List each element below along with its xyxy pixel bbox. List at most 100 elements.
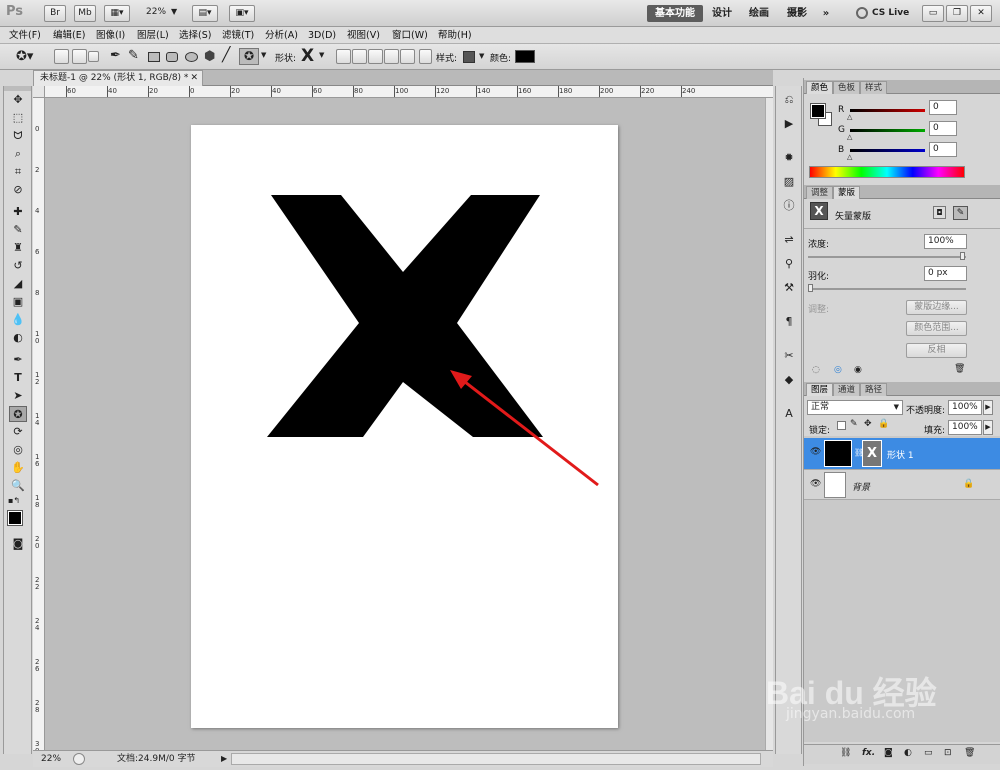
shape-picker[interactable]: X: [299, 47, 316, 66]
mask-icon[interactable]: ◙: [884, 748, 893, 758]
custom-shape-tool-preset-icon[interactable]: ✪▾: [16, 49, 33, 64]
quick-mask-icon[interactable]: ◙: [9, 536, 27, 552]
channel-g-slider[interactable]: [850, 129, 925, 132]
history-brush-tool-icon[interactable]: ↺: [9, 258, 27, 274]
type-tool-icon[interactable]: T: [9, 370, 27, 386]
horizontal-scrollbar[interactable]: [231, 753, 761, 765]
cs-live-label[interactable]: CS Live: [872, 8, 909, 18]
paragraph-panel-icon[interactable]: ¶: [781, 314, 797, 329]
adjustments-icon[interactable]: ⇌: [781, 232, 797, 247]
3d-panel-icon[interactable]: ✂: [781, 348, 797, 363]
custom-shape-tool-icon[interactable]: ✪: [9, 406, 27, 422]
opacity-input[interactable]: 100%: [948, 400, 982, 415]
character-panel-icon[interactable]: A: [781, 406, 797, 421]
menu-image[interactable]: 图像(I): [96, 27, 125, 44]
feather-input[interactable]: 0 px: [924, 266, 967, 281]
view-extras-button[interactable]: ▦▾: [104, 5, 130, 22]
menu-window[interactable]: 窗口(W): [392, 27, 428, 44]
channel-r-value[interactable]: 0: [929, 100, 957, 115]
pen-tool-icon[interactable]: ✒: [110, 48, 121, 63]
healing-brush-tool-icon[interactable]: ✚: [9, 204, 27, 220]
3d-rotate-tool-icon[interactable]: ⟳: [9, 424, 27, 440]
disable-mask-icon[interactable]: ◉: [854, 365, 862, 375]
tab-masks[interactable]: 蒙版: [833, 186, 861, 199]
hand-tool-icon[interactable]: ✋: [9, 460, 27, 476]
delete-mask-icon[interactable]: 🗑: [954, 364, 965, 374]
tab-styles[interactable]: 样式: [860, 81, 888, 94]
layer-name[interactable]: 背景: [852, 480, 870, 493]
eyedropper-tool-icon[interactable]: ⊘: [9, 182, 27, 198]
more-workspaces-icon[interactable]: »: [816, 5, 836, 22]
group-icon[interactable]: ▭: [924, 748, 933, 758]
density-input[interactable]: 100%: [924, 234, 967, 249]
crop-tool-icon[interactable]: ⌗: [9, 164, 27, 180]
line-shape-icon[interactable]: ╱: [222, 47, 230, 63]
channel-r-slider[interactable]: [850, 109, 925, 112]
lock-pixels-icon[interactable]: ✎: [850, 419, 858, 429]
channel-r-thumb-icon[interactable]: △: [847, 113, 852, 121]
move-tool-icon[interactable]: ✥: [9, 92, 27, 108]
custom-shape-icon[interactable]: ✪: [239, 48, 259, 65]
zoom-level[interactable]: 22%: [146, 7, 166, 17]
pixel-mask-button[interactable]: ◘: [933, 206, 946, 219]
density-slider-thumb[interactable]: [960, 252, 965, 260]
default-colors-icon[interactable]: ▪↰: [8, 496, 20, 505]
shape-options-dropdown-icon[interactable]: ▼: [261, 51, 266, 59]
menu-edit[interactable]: 编辑(E): [53, 27, 85, 44]
gradient-tool-icon[interactable]: ▣: [9, 294, 27, 310]
add-to-shape-button[interactable]: [352, 49, 367, 64]
tab-adjustments[interactable]: 调整: [806, 186, 834, 199]
vector-mask-button[interactable]: ✎: [953, 206, 968, 220]
rectangle-shape-icon[interactable]: [148, 52, 160, 62]
blur-tool-icon[interactable]: 💧: [9, 312, 27, 328]
tools-grip[interactable]: [4, 86, 31, 91]
color-spectrum-bar[interactable]: [809, 166, 965, 178]
channel-b-value[interactable]: 0: [929, 142, 957, 157]
rounded-rectangle-icon[interactable]: [166, 52, 178, 62]
paths-mode-button[interactable]: [72, 49, 87, 64]
tab-paths[interactable]: 路径: [860, 383, 888, 396]
mini-bridge-button[interactable]: Mb: [74, 5, 96, 22]
density-slider[interactable]: [808, 256, 966, 258]
tab-swatches[interactable]: 色板: [833, 81, 861, 94]
brush-tool-icon[interactable]: ✎: [9, 222, 27, 238]
restore-button[interactable]: ❐: [946, 5, 968, 22]
document-tab[interactable]: 未标题-1 @ 22% (形状 1, RGB/8) * ✕: [33, 70, 203, 86]
workspace-painting[interactable]: 绘画: [745, 5, 773, 22]
close-document-icon[interactable]: ✕: [190, 71, 198, 86]
lasso-tool-icon[interactable]: ᗢ: [9, 128, 27, 144]
channel-g-thumb-icon[interactable]: △: [847, 133, 852, 141]
status-zoom[interactable]: 22%: [41, 751, 61, 767]
tab-layers[interactable]: 图层: [806, 383, 834, 396]
brush-presets-icon[interactable]: ✹: [781, 150, 797, 165]
vertical-scrollbar[interactable]: [765, 98, 773, 750]
menu-help[interactable]: 帮助(H): [438, 27, 472, 44]
exclude-shape-button[interactable]: [400, 49, 415, 64]
invert-button[interactable]: 反相: [906, 343, 967, 358]
status-icon[interactable]: [73, 753, 85, 765]
subtract-shape-button[interactable]: [368, 49, 383, 64]
clone-stamp-tool-icon[interactable]: ♜: [9, 240, 27, 256]
dodge-tool-icon[interactable]: ◐: [9, 330, 27, 346]
opacity-arrow-icon[interactable]: ▶: [983, 400, 993, 415]
link-icon[interactable]: ⛓: [840, 748, 851, 758]
style-swatch[interactable]: [463, 51, 475, 63]
freeform-pen-icon[interactable]: ✎: [128, 48, 139, 63]
ellipse-shape-icon[interactable]: [185, 52, 198, 62]
clone-source-icon[interactable]: ▨: [781, 174, 797, 189]
workspace-photography[interactable]: 摄影: [783, 5, 811, 22]
close-button[interactable]: ✕: [970, 5, 992, 22]
lock-position-icon[interactable]: ✥: [864, 419, 872, 429]
feather-slider-thumb[interactable]: [808, 284, 813, 292]
channel-g-value[interactable]: 0: [929, 121, 957, 136]
menu-analysis[interactable]: 分析(A): [265, 27, 298, 44]
cube-panel-icon[interactable]: ◆: [781, 372, 797, 387]
screen-mode-button[interactable]: ▣▾: [229, 5, 255, 22]
workspace-essentials[interactable]: 基本功能: [647, 5, 703, 22]
shape-picker-dropdown-icon[interactable]: ▼: [319, 51, 324, 59]
eraser-tool-icon[interactable]: ◢: [9, 276, 27, 292]
trash-icon[interactable]: 🗑: [964, 748, 975, 758]
layer-thumbnail[interactable]: [824, 472, 846, 498]
bridge-button[interactable]: Br: [44, 5, 66, 22]
color-range-button[interactable]: 颜色范围...: [906, 321, 967, 336]
